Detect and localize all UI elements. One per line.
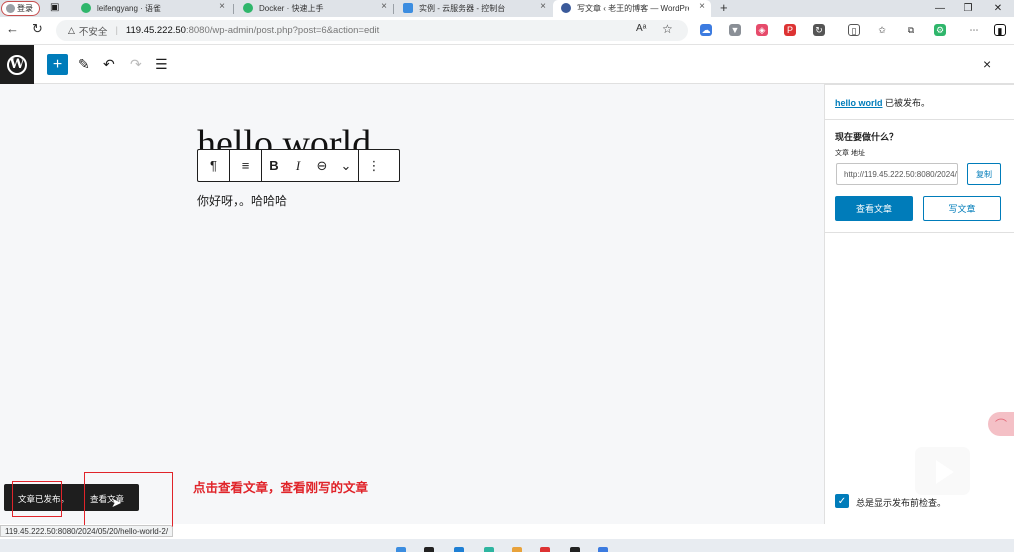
tab-title: 实例 - 云服务器 - 控制台 bbox=[419, 4, 506, 13]
tab-yuque[interactable]: leifengyang · 语雀 × bbox=[73, 0, 231, 17]
more-menu-icon[interactable]: ⋯ bbox=[968, 24, 980, 36]
maximize-icon[interactable]: ❐ bbox=[954, 0, 982, 17]
published-post-link[interactable]: hello world bbox=[835, 98, 883, 108]
app-taskbar-icon[interactable] bbox=[484, 547, 494, 552]
redo-icon[interactable]: ↷ bbox=[130, 54, 142, 75]
yuque-favicon-icon bbox=[81, 3, 91, 13]
extension-pink-icon[interactable]: ◈ bbox=[756, 24, 768, 36]
browser-tab-strip: 登录 ▣ leifengyang · 语雀 × Docker · 快速上手 × … bbox=[0, 0, 1014, 17]
chevron-down-icon[interactable]: ⌄ bbox=[334, 150, 358, 181]
extension-pdf-icon[interactable]: P bbox=[784, 24, 796, 36]
close-window-icon[interactable]: ✕ bbox=[984, 0, 1012, 17]
read-aloud-icon[interactable]: Aᵃ bbox=[636, 23, 646, 34]
warning-icon: △ bbox=[68, 25, 75, 35]
wordpress-favicon-icon bbox=[561, 3, 571, 13]
app2-taskbar-icon[interactable] bbox=[540, 547, 550, 552]
paragraph-block-icon[interactable]: ¶ bbox=[198, 150, 229, 181]
post-title[interactable]: hello world bbox=[197, 120, 371, 152]
video-play-icon[interactable] bbox=[912, 444, 973, 498]
address-divider: | bbox=[115, 25, 118, 36]
favorites-icon[interactable]: ✩ bbox=[876, 24, 888, 36]
always-show-checkbox[interactable]: ✓ bbox=[835, 494, 849, 508]
cloud-favicon-icon bbox=[403, 3, 413, 13]
search-taskbar-icon[interactable] bbox=[424, 547, 434, 552]
browser-toolbar: ← ↻ △ 不安全 | 119.45.222.50 :8080/wp-admin… bbox=[0, 17, 1014, 45]
address-bar[interactable]: △ 不安全 | 119.45.222.50 :8080/wp-admin/pos… bbox=[56, 20, 688, 41]
wordpress-logo-icon[interactable]: W bbox=[0, 45, 34, 84]
url-path: :8080/wp-admin/post.php?post=6&action=ed… bbox=[185, 25, 380, 36]
favorite-star-icon[interactable]: ☆ bbox=[662, 22, 673, 36]
close-panel-button[interactable]: × bbox=[983, 56, 991, 72]
yuque-favicon-icon bbox=[243, 3, 253, 13]
url-host: 119.45.222.50 bbox=[125, 25, 186, 36]
what-next-heading: 现在要做什么？ bbox=[835, 132, 899, 142]
wordpress-logo-glyph: W bbox=[7, 54, 27, 75]
avatar bbox=[6, 4, 15, 13]
tab-actions-icon[interactable]: ▣ bbox=[50, 2, 59, 13]
windows-start-icon[interactable] bbox=[396, 547, 406, 552]
extension-arrow-icon[interactable]: ▼ bbox=[729, 24, 741, 36]
extension-green-icon[interactable]: ⚙ bbox=[934, 24, 946, 36]
edge-taskbar-icon[interactable] bbox=[454, 547, 464, 552]
annotation-box-message bbox=[12, 481, 62, 517]
post-url-field[interactable]: http://119.45.222.50:8080/2024/05/20/hel… bbox=[836, 163, 958, 185]
status-url: 119.45.222.50:8080/2024/05/20/hello-worl… bbox=[0, 525, 174, 537]
view-post-button[interactable]: 查看文章 bbox=[835, 196, 913, 221]
close-tab-icon[interactable]: × bbox=[381, 1, 387, 12]
taskbar bbox=[0, 539, 1014, 552]
app3-taskbar-icon[interactable] bbox=[598, 547, 608, 552]
annotation-box-action bbox=[84, 472, 173, 527]
back-icon[interactable]: ← bbox=[6, 21, 19, 36]
reload-icon[interactable]: ↻ bbox=[32, 21, 43, 37]
pencil-icon[interactable]: ✎ bbox=[78, 54, 90, 75]
editor-header bbox=[0, 45, 1014, 84]
tab-cloud-console[interactable]: 实例 - 云服务器 - 控制台 × bbox=[395, 0, 552, 17]
tab-wordpress[interactable]: 写文章 ‹ 老王的博客 — WordPre × bbox=[553, 0, 711, 17]
italic-button[interactable]: I bbox=[286, 150, 310, 181]
write-post-button[interactable]: 写文章 bbox=[923, 196, 1001, 221]
published-suffix: 已被发布。 bbox=[882, 98, 931, 108]
split-screen-icon[interactable]: ▯ bbox=[848, 24, 860, 36]
link-icon[interactable]: ⊖ bbox=[310, 150, 334, 181]
post-address-label: 文章 地址 bbox=[835, 150, 865, 157]
close-tab-icon[interactable]: × bbox=[219, 1, 225, 12]
tab-title: Docker · 快速上手 bbox=[259, 4, 324, 13]
close-tab-icon[interactable]: × bbox=[699, 1, 705, 12]
undo-icon[interactable]: ↶ bbox=[103, 54, 115, 75]
folder-taskbar-icon[interactable] bbox=[512, 547, 522, 552]
copy-button[interactable]: 复制 bbox=[967, 163, 1001, 185]
annotation-text: 点击查看文章，查看刚写的文章 bbox=[193, 481, 369, 495]
extension-refresh-icon[interactable]: ↻ bbox=[813, 24, 825, 36]
tab-docker[interactable]: Docker · 快速上手 × bbox=[235, 0, 393, 17]
minimize-icon[interactable]: — bbox=[926, 0, 954, 17]
list-view-icon[interactable]: ☰ bbox=[155, 54, 168, 75]
close-tab-icon[interactable]: × bbox=[540, 1, 546, 12]
new-tab-button[interactable]: + bbox=[720, 0, 728, 15]
extension-cloud-icon[interactable]: ☁ bbox=[700, 24, 712, 36]
block-toolbar: ¶ ≡ B I ⊖ ⌄ ⋮ bbox=[197, 149, 400, 182]
published-notice: hello world 已被发布。 bbox=[835, 96, 930, 109]
block-options-icon[interactable]: ⋮ bbox=[359, 150, 389, 181]
tab-title: leifengyang · 语雀 bbox=[97, 4, 162, 13]
insecure-label: 不安全 bbox=[78, 26, 108, 38]
bold-button[interactable]: B bbox=[262, 150, 286, 181]
profile-login-button[interactable]: 登录 bbox=[1, 1, 40, 16]
login-label: 登录 bbox=[17, 4, 33, 13]
collections-icon[interactable]: ⧉ bbox=[905, 24, 917, 36]
align-icon[interactable]: ≡ bbox=[230, 150, 261, 181]
floating-helper-icon[interactable]: ⌒ bbox=[988, 412, 1014, 436]
editor-canvas[interactable] bbox=[0, 84, 824, 524]
sidebar-toggle-icon[interactable]: ▮ bbox=[994, 24, 1006, 36]
add-block-button[interactable]: + bbox=[47, 54, 68, 75]
paragraph-block[interactable]: 你好呀，。哈哈哈 bbox=[197, 192, 287, 209]
tab-title: 写文章 ‹ 老王的博客 — WordPre bbox=[577, 4, 689, 13]
terminal-taskbar-icon[interactable] bbox=[570, 547, 580, 552]
